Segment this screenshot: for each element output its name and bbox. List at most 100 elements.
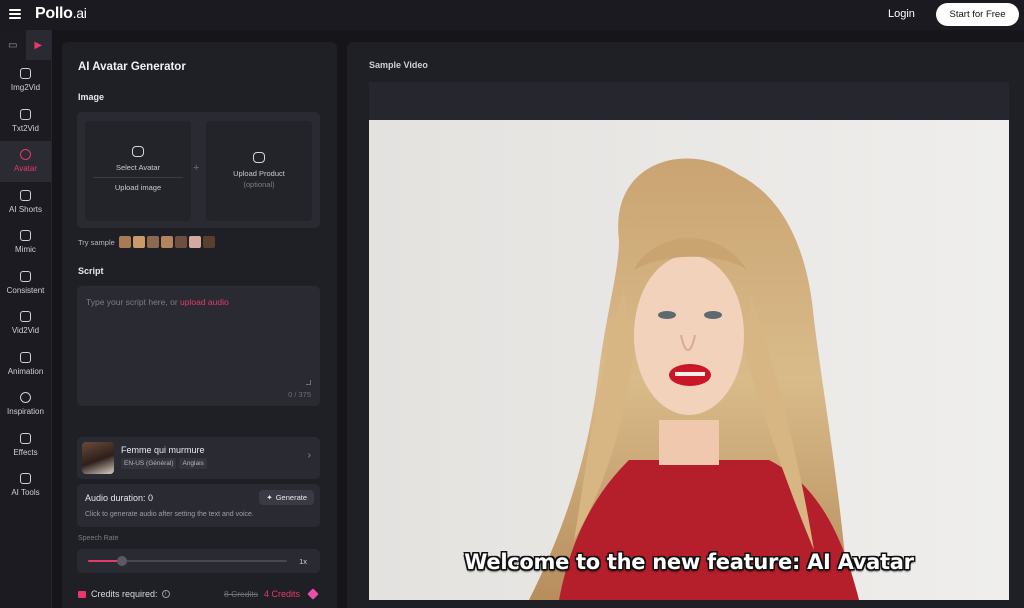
slider-knob[interactable] xyxy=(116,556,127,566)
try-sample-row: Try sample xyxy=(78,236,215,248)
voice-selector[interactable]: Femme qui murmure EN-US (Général) Anglai… xyxy=(77,437,320,479)
sample-thumbnail[interactable] xyxy=(202,236,215,248)
start-for-free-button[interactable]: Start for Free xyxy=(936,3,1019,26)
plus-icon: + xyxy=(193,162,200,174)
menu-icon[interactable] xyxy=(9,9,21,19)
sidebar-item-label: Txt2Vid xyxy=(12,123,39,133)
sidebar-item-label: Consistent xyxy=(6,285,45,295)
animation-icon xyxy=(20,351,31,363)
sample-thumbnail[interactable] xyxy=(118,236,131,248)
script-input[interactable]: Type your script here, or upload audio 0… xyxy=(77,286,320,406)
tools-icon xyxy=(20,473,31,485)
generate-label: Generate xyxy=(275,493,307,502)
compass-icon xyxy=(20,392,31,404)
sidebar-item-vid2vid[interactable]: Vid2Vid xyxy=(0,303,51,344)
upload-product-box[interactable]: Upload Product (optional) xyxy=(206,121,312,221)
sidebar-item-label: Img2Vid xyxy=(10,83,41,93)
sparkle-icon: ✦ xyxy=(266,493,273,502)
sidebar-item-label: Animation xyxy=(7,366,44,376)
sample-thumbnail[interactable] xyxy=(160,236,173,248)
speech-rate-label: Speech Rate xyxy=(78,535,119,542)
panel-title: AI Avatar Generator xyxy=(78,61,186,73)
preview-panel: Sample Video Welcome to the new feature:… xyxy=(347,42,1024,608)
sidebar-item-label: Vid2Vid xyxy=(11,326,40,336)
consistent-icon xyxy=(20,270,31,282)
char-counter: 0 / 375 xyxy=(288,390,311,399)
optional-label: (optional) xyxy=(243,180,275,189)
audio-duration-label: Audio duration: 0 xyxy=(85,493,154,503)
txt2vid-icon xyxy=(20,108,31,120)
img2vid-icon xyxy=(20,68,31,80)
sidebar-item-mimic[interactable]: Mimic xyxy=(0,222,51,263)
avatar-portrait xyxy=(369,120,1009,600)
video-subtitle: Welcome to the new feature: AI Avatar xyxy=(464,550,914,574)
sidebar-item-ai-tools[interactable]: AI Tools xyxy=(0,465,51,506)
vid2vid-icon xyxy=(20,311,31,323)
resize-handle[interactable] xyxy=(306,380,311,385)
sidebar-item-animation[interactable]: Animation xyxy=(0,344,51,385)
sidebar: ▭ ▶ Img2Vid Txt2Vid Avatar AI Shorts Mim… xyxy=(0,30,52,608)
select-avatar-label: Select Avatar xyxy=(115,163,161,172)
sidebar-item-effects[interactable]: Effects xyxy=(0,425,51,466)
upload-audio-link[interactable]: upload audio xyxy=(180,297,229,307)
credits-discounted: 4 Credits xyxy=(264,589,301,599)
select-avatar-box[interactable]: Select Avatar Upload image xyxy=(85,121,191,221)
voice-avatar xyxy=(82,442,114,474)
audio-duration-box: Audio duration: 0 ✦ Generate Click to gen… xyxy=(77,484,320,527)
try-sample-label: Try sample xyxy=(78,237,115,247)
sidebar-item-avatar[interactable]: Avatar xyxy=(0,141,51,182)
upload-product-label: Upload Product xyxy=(233,169,285,178)
voice-locale-tag: EN-US (Général) xyxy=(121,458,177,469)
voice-tags: EN-US (Général) Anglais xyxy=(121,458,207,469)
bag-icon xyxy=(253,152,265,163)
credits-label: Credits required: xyxy=(91,589,158,599)
image-icon[interactable]: ▭ xyxy=(0,30,26,60)
logo[interactable]: Pollo.ai xyxy=(35,5,87,23)
sidebar-item-inspiration[interactable]: Inspiration xyxy=(0,384,51,425)
credits-row: Credits required: i 8 Credits 4 Credits xyxy=(78,588,321,600)
sidebar-item-txt2vid[interactable]: Txt2Vid xyxy=(0,101,51,142)
rail-mode-switch: ▭ ▶ xyxy=(0,30,51,60)
sample-thumbnail[interactable] xyxy=(146,236,159,248)
sidebar-item-ai-shorts[interactable]: AI Shorts xyxy=(0,182,51,223)
shorts-icon xyxy=(20,189,31,201)
script-placeholder-text: Type your script here, or xyxy=(86,297,181,307)
login-link[interactable]: Login xyxy=(888,8,915,20)
image-upload-area: Select Avatar Upload image + Upload Prod… xyxy=(77,112,320,228)
sidebar-item-label: Mimic xyxy=(15,245,36,255)
generator-panel: AI Avatar Generator Image Select Avatar … xyxy=(62,42,337,608)
voice-name: Femme qui murmure xyxy=(121,445,205,455)
credits-icon xyxy=(78,590,86,598)
top-bar: Pollo.ai Login Start for Free xyxy=(0,0,1024,30)
sample-video[interactable]: Welcome to the new feature: AI Avatar xyxy=(369,120,1009,600)
video-icon[interactable]: ▶ xyxy=(25,30,51,60)
sample-thumbnail[interactable] xyxy=(132,236,145,248)
avatar-icon xyxy=(20,149,31,161)
sample-thumbnail[interactable] xyxy=(174,236,187,248)
sidebar-item-label: Inspiration xyxy=(7,407,44,417)
video-letterbox xyxy=(369,82,1009,120)
sample-video-label: Sample Video xyxy=(369,60,428,70)
avatar-upload-icon xyxy=(132,146,144,157)
generate-audio-button[interactable]: ✦ Generate xyxy=(259,490,314,505)
sample-thumbnail[interactable] xyxy=(188,236,201,248)
credits-original: 8 Credits xyxy=(224,589,259,599)
script-section-label: Script xyxy=(78,266,104,276)
chevron-right-icon: › xyxy=(307,450,311,461)
tag-icon xyxy=(307,588,319,600)
sidebar-item-img2vid[interactable]: Img2Vid xyxy=(0,60,51,101)
voice-language-tag: Anglais xyxy=(179,458,207,469)
speech-rate-control: 1x xyxy=(77,549,320,573)
upload-image-label[interactable]: Upload image xyxy=(85,183,191,192)
info-icon[interactable]: i xyxy=(161,590,170,598)
sidebar-item-label: Avatar xyxy=(14,164,37,174)
speech-rate-value: 1x xyxy=(299,557,307,566)
script-placeholder: Type your script here, or upload audio xyxy=(86,297,229,307)
sidebar-item-consistent[interactable]: Consistent xyxy=(0,263,51,304)
effects-icon xyxy=(20,432,31,444)
mimic-icon xyxy=(20,230,31,242)
sidebar-item-label: AI Tools xyxy=(11,488,40,498)
speech-rate-slider[interactable] xyxy=(88,556,287,566)
sidebar-item-label: Effects xyxy=(13,447,38,457)
image-section-label: Image xyxy=(78,92,105,102)
